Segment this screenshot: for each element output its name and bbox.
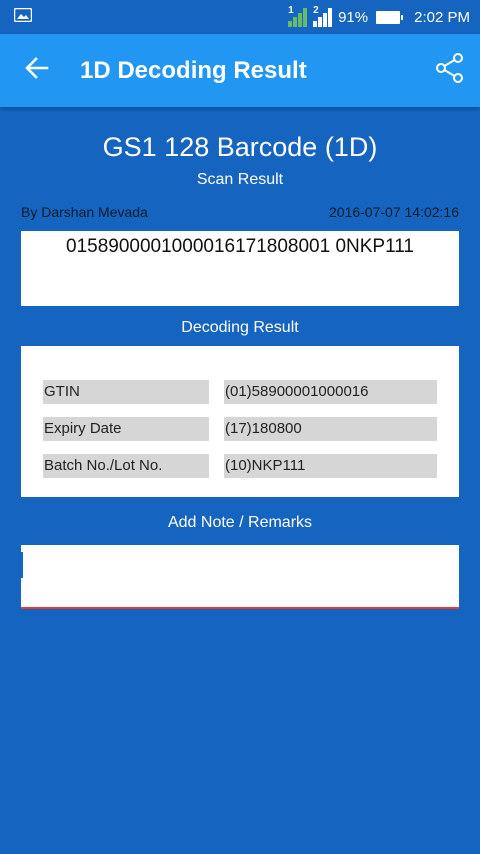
barcode-raw-value: 0158900001000016171808001 0NKP111	[21, 231, 459, 306]
back-button[interactable]	[0, 34, 74, 107]
app-title: 1D Decoding Result	[80, 56, 307, 84]
batch-value: (10)NKP111	[224, 454, 437, 478]
scan-result-label: Scan Result	[196, 171, 284, 188]
table-row: Expiry Date (17)180800	[43, 417, 437, 441]
gtin-value: (01)58900001000016	[224, 380, 437, 404]
barcode-text: 0158900001000016171808001 0NKP111	[66, 236, 414, 257]
status-bar: 1 2 91% 2:02 PM	[0, 0, 480, 34]
share-icon	[434, 52, 466, 89]
sim1-signal-icon: 1	[288, 6, 308, 27]
decoding-table: GTIN (01)58900001000016 Expiry Date (17)…	[21, 346, 459, 497]
table-row: GTIN (01)58900001000016	[43, 380, 437, 404]
add-note-label: Add Note / Remarks	[167, 514, 313, 531]
scan-timestamp: 2016-07-07 14:02:16	[329, 204, 459, 220]
table-row: Batch No./Lot No. (10)NKP111	[43, 454, 437, 478]
battery-icon	[376, 10, 404, 24]
note-input[interactable]	[21, 545, 459, 609]
expiry-label: Expiry Date	[43, 417, 209, 441]
text-cursor	[21, 552, 23, 578]
batch-label: Batch No./Lot No.	[43, 454, 209, 478]
gtin-label: GTIN	[43, 380, 209, 404]
sim2-signal-icon: 2	[313, 6, 333, 27]
gallery-notification-icon	[13, 7, 33, 26]
page-title: GS1 128 Barcode (1D)	[102, 132, 378, 162]
arrow-back-icon	[25, 57, 49, 84]
scan-author: By Darshan Mevada	[21, 204, 148, 220]
share-button[interactable]	[420, 34, 480, 107]
scan-meta: By Darshan Mevada 2016-07-07 14:02:16	[21, 204, 459, 220]
app-bar: 1D Decoding Result	[0, 34, 480, 107]
expiry-value: (17)180800	[224, 417, 437, 441]
status-time: 2:02 PM	[414, 8, 470, 26]
decoding-result-label: Decoding Result	[181, 319, 299, 336]
battery-percent: 91%	[338, 8, 369, 26]
